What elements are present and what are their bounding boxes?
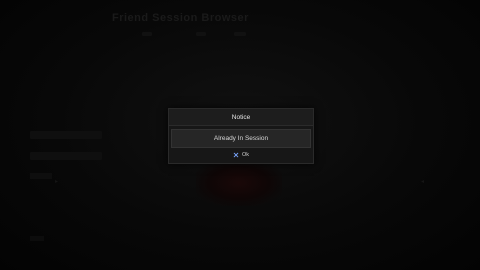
dialog-title: Notice xyxy=(231,113,251,121)
background-arrow-icon: ▸ xyxy=(55,178,59,185)
background-arrow-icon: ◂ xyxy=(421,178,425,185)
dialog-footer: Ok xyxy=(169,148,313,162)
background-tab-marker xyxy=(234,32,246,36)
background-character-art xyxy=(196,160,282,206)
dialog-header: Notice xyxy=(169,109,313,126)
background-menu-title: Friend Session Browser xyxy=(112,12,249,24)
notice-dialog: Notice Already In Session Ok xyxy=(168,108,314,164)
ok-button[interactable]: Ok xyxy=(233,152,249,158)
background-tab-marker xyxy=(142,32,152,36)
game-screen: Friend Session Browser ▸ ◂ Notice Alread… xyxy=(0,0,480,270)
background-menu-item xyxy=(30,173,52,179)
dialog-message: Already In Session xyxy=(213,135,269,142)
background-footer-hint xyxy=(30,236,44,241)
dialog-message-panel: Already In Session xyxy=(171,129,311,148)
background-menu-item xyxy=(30,131,102,139)
cross-button-icon xyxy=(233,152,239,158)
ok-button-label: Ok xyxy=(241,152,250,158)
background-menu-item xyxy=(30,152,102,160)
background-tab-marker xyxy=(196,32,206,36)
